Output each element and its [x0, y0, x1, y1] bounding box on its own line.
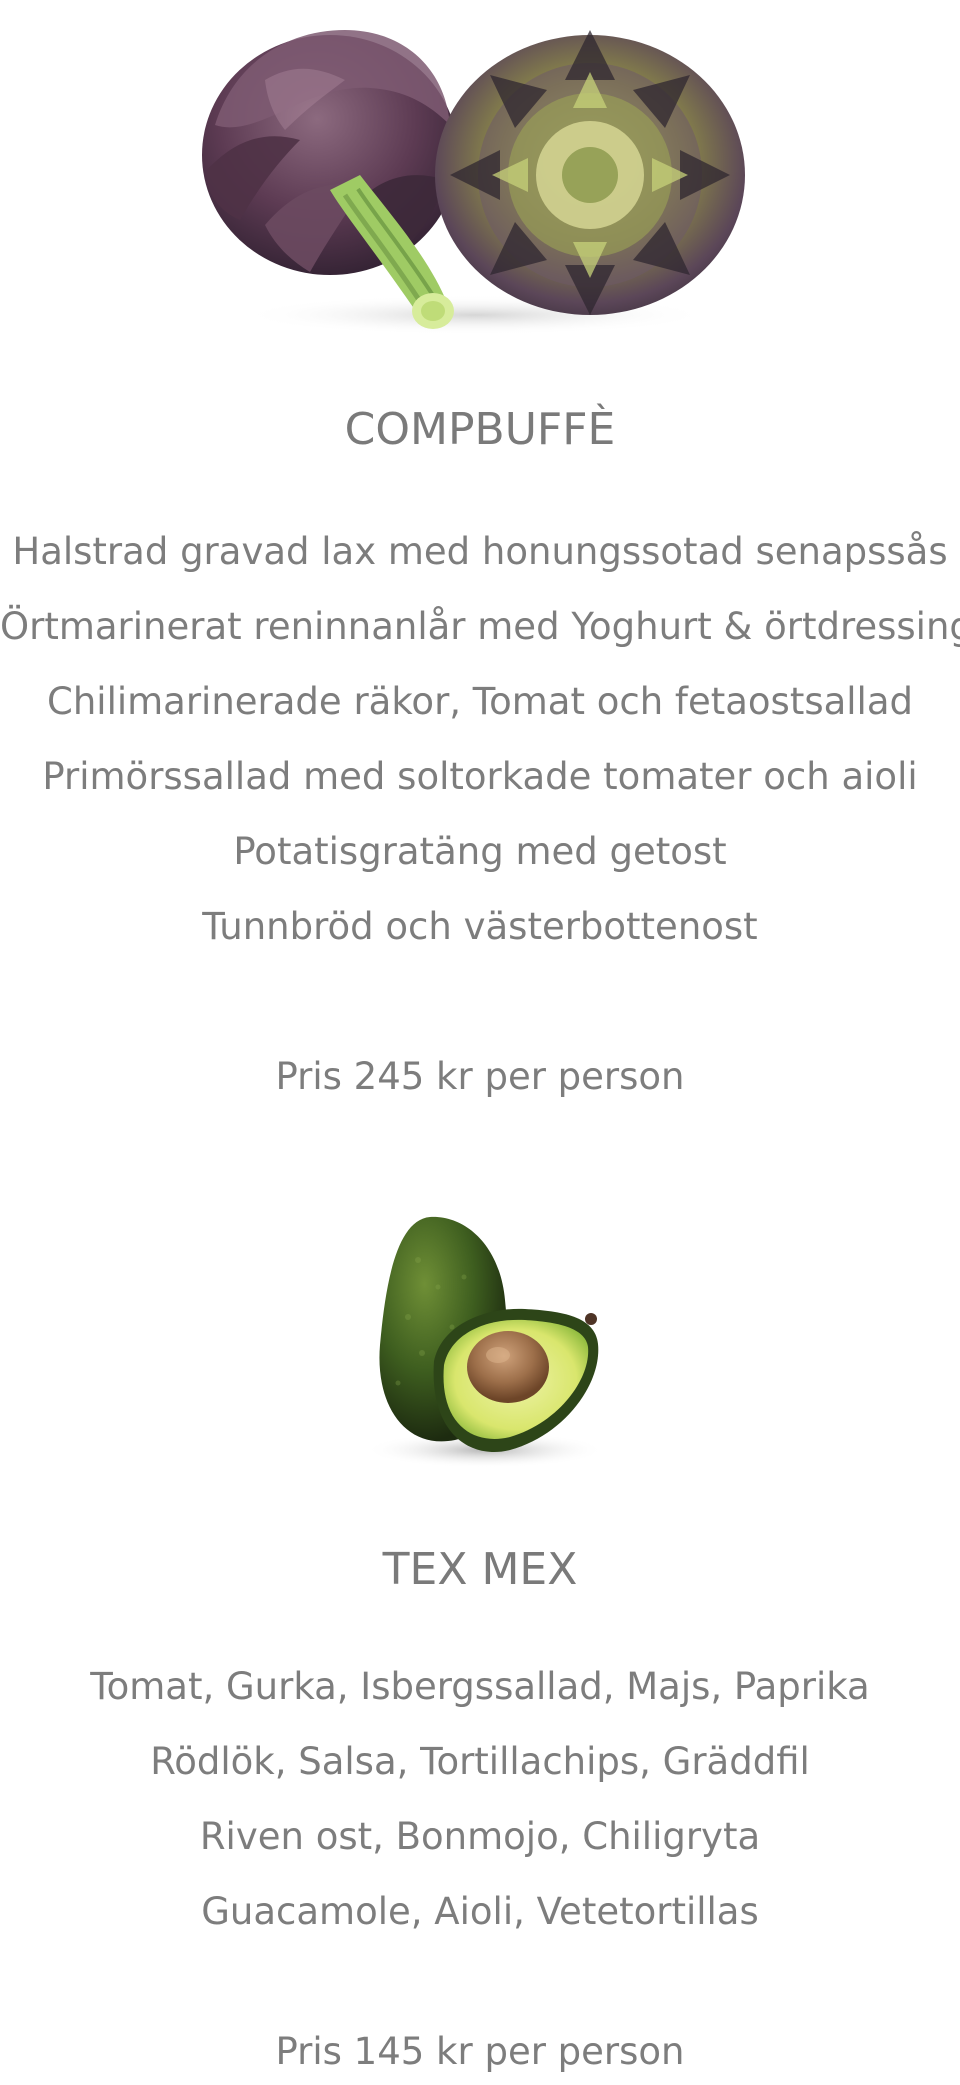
price-tex-mex: Pris 145 kr per person [275, 2030, 685, 2073]
menu-page: COMPBUFFÈ Halstrad gravad lax med honung… [0, 0, 960, 2085]
menu-item-compbuffe-1: Halstrad gravad lax med honungssotad sen… [12, 530, 948, 573]
section-title-compbuffe: COMPBUFFÈ [344, 404, 616, 455]
menu-item-tex-mex-3: Riven ost, Bonmojo, Chiligryta [199, 1815, 761, 1858]
menu-item-compbuffe-4: Primörssallad med soltorkade tomater och… [42, 755, 918, 798]
menu-item-compbuffe-5: Potatisgratäng med getost [233, 830, 727, 873]
menu-item-tex-mex-1: Tomat, Gurka, Isbergssallad, Majs, Papri… [90, 1665, 870, 1708]
price-compbuffe: Pris 245 kr per person [275, 1055, 685, 1098]
menu-item-tex-mex-2: Rödlök, Salsa, Tortillachips, Gräddfil [150, 1740, 810, 1783]
menu-item-compbuffe-6: Tunnbröd och västerbottenost [202, 905, 758, 948]
menu-item-compbuffe-2: Örtmarinerat reninnanlår med Yoghurt & ö… [0, 605, 960, 648]
section-title-tex-mex: TEX MEX [382, 1544, 578, 1595]
menu-item-tex-mex-4: Guacamole, Aioli, Vetetortillas [201, 1890, 759, 1933]
avocado-image [365, 1216, 605, 1468]
menu-item-compbuffe-3: Chilimarinerade räkor, Tomat och fetaost… [47, 680, 913, 723]
artichoke-image [202, 30, 745, 335]
